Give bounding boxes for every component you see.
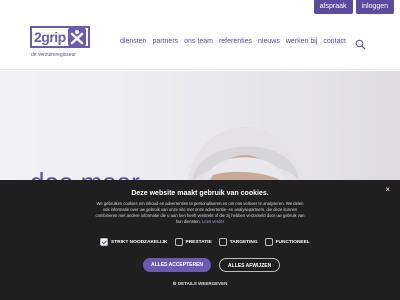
logo-text: 2grip [34, 29, 66, 45]
checkbox-checked[interactable] [100, 238, 108, 246]
nav-item-referenties[interactable]: referenties [219, 38, 252, 45]
option-label: FUNCTIONEEL [275, 239, 310, 245]
cookie-banner: × Deze website maakt gebruik van cookies… [0, 180, 400, 300]
tagline: de verzuimregisseur [31, 52, 77, 58]
reject-all-button[interactable]: ALLES AFWIJZEN [219, 258, 281, 272]
option-label: TARGETING [229, 239, 258, 245]
nav-item-ons-team[interactable]: ons team [184, 38, 213, 45]
nav-item-diensten[interactable]: diensten [120, 38, 146, 45]
accept-all-button[interactable]: ALLES ACCEPTEREN [143, 258, 212, 272]
logo[interactable]: 2grip [30, 26, 90, 48]
logo-mark: 2grip [30, 26, 90, 48]
option-strikt-noodzakelijk[interactable]: STRIKT NOODZAKELIJK [100, 238, 168, 246]
page: 2grip de verzuimregisseur diensten partn… [0, 0, 400, 300]
main-nav: diensten partners ons team referenties n… [120, 38, 346, 45]
nav-item-partners[interactable]: partners [152, 38, 178, 45]
top-bar: afspraak inloggen [308, 0, 400, 14]
details-label: DETAILS WEERGEVEN [177, 281, 228, 286]
option-label: PRESTATIE [185, 239, 212, 245]
checkbox[interactable] [218, 238, 227, 246]
option-targeting[interactable]: TARGETING [218, 238, 258, 246]
option-functioneel[interactable]: FUNCTIONEEL [264, 238, 310, 246]
nav-item-contact[interactable]: contact [323, 38, 346, 45]
option-prestatie[interactable]: PRESTATIE [174, 238, 212, 246]
cookie-options: STRIKT NOODZAKELIJK PRESTATIE TARGETING … [100, 238, 310, 246]
logo-x-icon [67, 28, 86, 46]
read-more-link[interactable]: Lees verder [202, 219, 224, 224]
cookie-title: Deze website maakt gebruik van cookies. [131, 190, 269, 197]
checkbox[interactable] [264, 238, 273, 246]
cookie-text: We gebruiken cookies om inhoud en advert… [95, 201, 305, 225]
cookie-buttons: ALLES ACCEPTEREN ALLES AFWIJZEN [143, 258, 281, 272]
nav-item-nieuws[interactable]: nieuws [258, 38, 280, 45]
option-label: STRIKT NOODZAKELIJK [111, 239, 168, 245]
nav-item-werken-bij[interactable]: werken bij [286, 38, 318, 45]
cookie-text-body: We gebruiken cookies om inhoud en advert… [95, 201, 305, 224]
inloggen-button[interactable]: inloggen [355, 0, 394, 14]
afspraak-button[interactable]: afspraak [313, 0, 353, 14]
details-toggle[interactable]: ⚙ DETAILS WEERGEVEN [0, 281, 400, 287]
checkbox[interactable] [174, 238, 183, 246]
search-icon[interactable] [355, 37, 366, 50]
